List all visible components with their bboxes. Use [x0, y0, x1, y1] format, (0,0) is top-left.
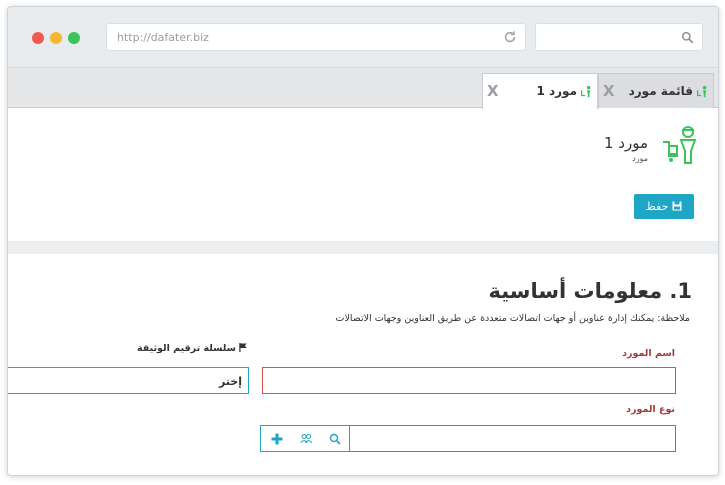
save-button-label: حفظ — [645, 200, 669, 213]
url-text: http://dafater.biz — [117, 31, 209, 44]
flag-icon — [239, 343, 247, 352]
supplier-icon — [580, 85, 591, 98]
people-icon[interactable] — [300, 433, 312, 445]
tab-label: قائمة مورد — [628, 84, 693, 98]
series-select[interactable]: إختر — [8, 367, 249, 394]
series-label: سلسلة ترقيم الوثيقة — [137, 343, 248, 354]
tab-supplier-list[interactable]: قائمة مورد X — [598, 73, 714, 109]
maximize-window-button[interactable] — [68, 32, 80, 44]
supplier-name-input[interactable] — [262, 367, 676, 394]
supplier-type-input[interactable] — [260, 425, 676, 452]
close-window-button[interactable] — [32, 32, 44, 44]
tab-strip: مورد 1 X قائمة مورد X — [8, 68, 718, 109]
section-note: ملاحظة: يمكنك إدارة عناوين أو جهات اتصال… — [335, 313, 691, 324]
browser-chrome: http://dafater.biz — [8, 7, 718, 68]
tab-supplier-1[interactable]: مورد 1 X — [482, 73, 598, 109]
save-button[interactable]: حفظ — [634, 194, 694, 219]
address-bar[interactable]: http://dafater.biz — [106, 23, 526, 51]
tab-close-icon[interactable]: X — [487, 82, 499, 100]
tab-close-icon[interactable]: X — [603, 82, 615, 100]
supplier-icon — [696, 85, 707, 98]
series-select-value: إختر — [218, 375, 242, 388]
supplier-name-label: اسم المورد — [622, 348, 675, 359]
save-icon — [672, 201, 682, 211]
form-content: مورد 1 مورد حفظ 1. معلومات أساسية ملاحظة… — [8, 108, 718, 475]
search-icon[interactable] — [329, 433, 341, 445]
reload-icon[interactable] — [503, 30, 517, 44]
browser-window: http://dafater.biz مورد 1 X قائمة مورد X… — [7, 6, 719, 476]
series-label-text: سلسلة ترقيم الوثيقة — [137, 343, 236, 354]
minimize-window-button[interactable] — [50, 32, 62, 44]
search-icon — [681, 31, 694, 44]
page-subtitle: مورد — [632, 154, 648, 163]
browser-search-input[interactable] — [535, 23, 703, 51]
section-title: 1. معلومات أساسية — [488, 279, 692, 303]
tab-label: مورد 1 — [536, 84, 577, 98]
add-icon[interactable] — [271, 433, 283, 445]
supplier-type-label: نوع المورد — [626, 404, 675, 415]
supplier-icon — [663, 126, 697, 164]
page-title: مورد 1 — [603, 134, 648, 152]
section-divider — [8, 241, 718, 254]
supplier-type-tools — [260, 425, 350, 452]
